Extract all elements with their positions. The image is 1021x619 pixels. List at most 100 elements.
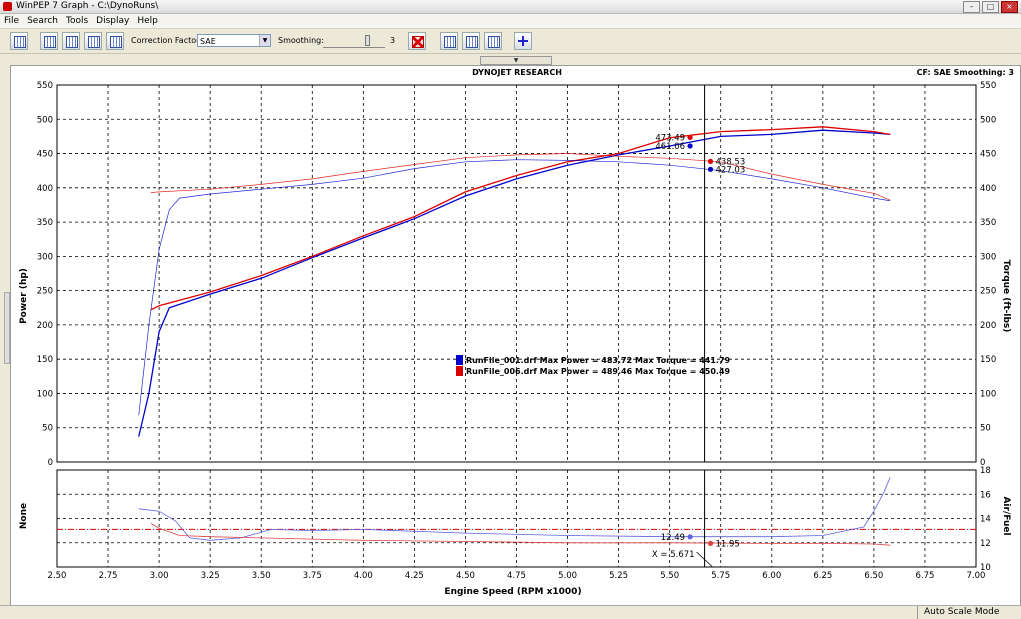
legend-swatch — [456, 366, 463, 376]
x-tick-label: 6.50 — [864, 571, 883, 581]
slider-thumb[interactable] — [365, 35, 370, 46]
y-tick-label-right: 50 — [980, 424, 991, 434]
x-tick-label: 3.50 — [252, 571, 271, 581]
x-tick-label: 2.75 — [99, 571, 118, 581]
cursor-icon — [488, 36, 500, 48]
chart-icon — [88, 36, 100, 48]
x-tick-label: 5.50 — [660, 571, 679, 581]
maximize-icon[interactable]: □ — [982, 1, 999, 13]
menu-display[interactable]: Display — [92, 14, 133, 28]
y-tick-label-right: 250 — [980, 287, 996, 297]
sub-y-tick-label-right: 12 — [980, 539, 991, 549]
chart-icon — [66, 36, 78, 48]
cursor-value-marker — [687, 143, 693, 149]
chevron-down-icon: ▼ — [259, 35, 270, 46]
menu-file[interactable]: File — [0, 14, 23, 28]
legend-entry: RunFile_001.drf Max Power = 483.72 Max T… — [466, 356, 731, 365]
x-tick-label: 5.00 — [558, 571, 577, 581]
minimize-icon[interactable]: – — [963, 1, 980, 13]
sub-y-tick-label-right: 14 — [980, 515, 991, 525]
clear-button[interactable] — [408, 32, 426, 50]
cursor-button[interactable] — [484, 32, 502, 50]
menu-search[interactable]: Search — [23, 14, 62, 28]
title-bar: WinPEP 7 Graph - C:\DynoRuns\ – □ × — [0, 0, 1021, 14]
y-tick-label-left: 0 — [48, 458, 53, 468]
x-icon — [412, 36, 424, 48]
hand-icon — [466, 36, 478, 48]
x-tick-label: 2.50 — [48, 571, 67, 581]
graph-power-button[interactable] — [62, 32, 80, 50]
zoom-button[interactable] — [440, 32, 458, 50]
correction-factor-value: SAE — [200, 37, 216, 46]
y-axis-label-right: Torque (ft-lbs) — [1001, 260, 1011, 333]
open-runs-button[interactable] — [10, 32, 28, 50]
smoothing-value: 3 — [390, 36, 396, 45]
toolbar: Correction Factor: SAE ▼ Smoothing: 3 — [0, 29, 1021, 54]
app-icon — [3, 2, 12, 11]
x-tick-label: 4.25 — [405, 571, 424, 581]
graph-overlay-button[interactable] — [106, 32, 124, 50]
x-tick-label: 4.75 — [507, 571, 526, 581]
y-tick-label-left: 50 — [42, 424, 53, 434]
smoothing-label: Smoothing: — [278, 36, 324, 45]
y-tick-label-right: 100 — [980, 389, 996, 399]
chart-title: DYNOJET RESEARCH — [472, 68, 562, 77]
x-tick-label: 6.00 — [762, 571, 781, 581]
sub-y-axis-label-right: Air/Fuel — [1001, 496, 1011, 535]
menu-tools[interactable]: Tools — [62, 14, 92, 28]
cursor-value-label: 427.03 — [716, 165, 746, 175]
cursor-x-label: X = 5.671 — [652, 550, 695, 560]
zoom-icon — [444, 36, 456, 48]
graph-torque-button[interactable] — [84, 32, 102, 50]
crosshair-button[interactable] — [514, 32, 532, 50]
sub-y-tick-label-right: 18 — [980, 466, 991, 476]
y-tick-label-right: 550 — [980, 81, 996, 91]
dyno-chart: DYNOJET RESEARCH CF: SAE Smoothing: 3 En… — [19, 68, 1014, 597]
cursor-value-label: 11.95 — [716, 539, 740, 549]
cursor-value-marker — [687, 534, 693, 540]
chart-subtitle: CF: SAE Smoothing: 3 — [917, 68, 1014, 77]
smoothing-slider[interactable] — [323, 35, 385, 48]
menu-bar: File Search Tools Display Help — [0, 14, 1021, 29]
cursor-value-label: 461.06 — [655, 142, 685, 152]
cursor-value-marker — [687, 134, 693, 141]
chart-icon — [44, 36, 56, 48]
x-axis-label: Engine Speed (RPM x1000) — [444, 587, 581, 597]
x-tick-label: 3.75 — [303, 571, 322, 581]
x-tick-label: 5.75 — [711, 571, 730, 581]
x-tick-label: 5.25 — [609, 571, 628, 581]
y-tick-label-left: 400 — [37, 184, 53, 194]
window-controls: – □ × — [963, 1, 1018, 13]
y-tick-label-left: 150 — [37, 355, 53, 365]
y-tick-label-left: 250 — [37, 287, 53, 297]
crosshair-icon — [518, 36, 528, 46]
x-tick-label: 3.25 — [201, 571, 220, 581]
y-tick-label-right: 400 — [980, 184, 996, 194]
x-tick-label: 3.00 — [150, 571, 169, 581]
y-tick-label-left: 300 — [37, 252, 53, 262]
menu-help[interactable]: Help — [133, 14, 162, 28]
window-title: WinPEP 7 Graph - C:\DynoRuns\ — [16, 1, 159, 11]
collapse-tab[interactable]: ▼ — [480, 56, 552, 65]
y-tick-label-right: 150 — [980, 355, 996, 365]
legend-entry: RunFile_006.drf Max Power = 489.46 Max T… — [466, 367, 731, 376]
chart-panel: DYNOJET RESEARCH CF: SAE Smoothing: 3 En… — [10, 65, 1021, 606]
cursor-value-marker — [707, 540, 714, 546]
correction-factor-label: Correction Factor: — [131, 36, 202, 45]
close-icon[interactable]: × — [1001, 1, 1018, 13]
y-axis-label-left: Power (hp) — [19, 268, 29, 324]
grid-icon — [14, 36, 26, 48]
correction-factor-select[interactable]: SAE ▼ — [197, 34, 271, 47]
y-tick-label-right: 300 — [980, 252, 996, 262]
pan-button[interactable] — [462, 32, 480, 50]
legend-swatch — [456, 355, 463, 365]
x-tick-label: 4.50 — [456, 571, 475, 581]
y-tick-label-left: 350 — [37, 218, 53, 228]
cursor-value-label: 12.49 — [661, 533, 685, 543]
cursor-value-marker — [707, 158, 714, 165]
sub-y-tick-label-right: 10 — [980, 563, 991, 573]
y-tick-label-left: 550 — [37, 81, 53, 91]
y-tick-label-left: 500 — [37, 115, 53, 125]
graph-button[interactable] — [40, 32, 58, 50]
x-tick-label: 6.75 — [915, 571, 934, 581]
